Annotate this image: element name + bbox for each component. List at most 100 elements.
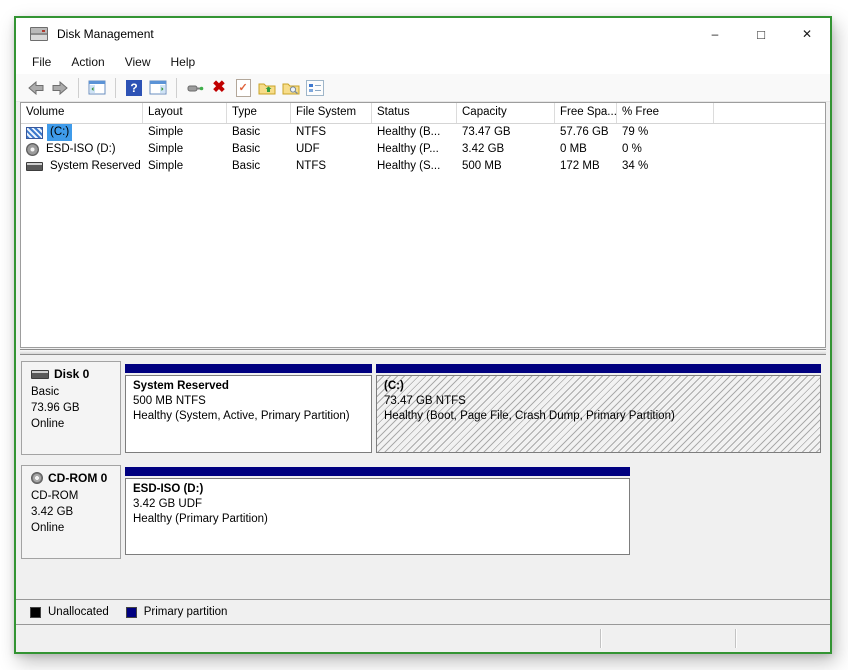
column-header-volume[interactable]: Volume xyxy=(21,103,143,123)
window-controls: – □ ✕ xyxy=(692,18,830,50)
mark-partition-icon[interactable] xyxy=(233,78,253,98)
volume-list-header: Volume Layout Type File System Status Ca… xyxy=(21,103,825,124)
partition-title: System Reserved xyxy=(133,379,364,394)
desktop-background: Disk Management – □ ✕ File Action View H… xyxy=(0,0,848,670)
legend-bar: Unallocated Primary partition xyxy=(16,599,830,625)
menu-action[interactable]: Action xyxy=(61,52,114,72)
selected-volume-icon xyxy=(26,127,43,139)
partition-esd-iso[interactable]: ESD-ISO (D:) 3.42 GB UDF Healthy (Primar… xyxy=(125,467,630,555)
type-cell: Basic xyxy=(227,141,291,158)
disk0-size: 73.96 GB xyxy=(31,400,120,416)
cd-volume-icon xyxy=(26,143,39,156)
cdrom0-label-box[interactable]: CD-ROM 0 CD-ROM 3.42 GB Online xyxy=(21,465,121,559)
status-bar xyxy=(16,625,830,652)
partition-size: 3.42 GB UDF xyxy=(133,497,622,512)
column-header-pct-free[interactable]: % Free xyxy=(617,103,714,123)
pct-free-cell: 79 % xyxy=(617,124,714,141)
layout-cell: Simple xyxy=(143,158,227,175)
column-header-capacity[interactable]: Capacity xyxy=(457,103,555,123)
disk-management-app-icon[interactable] xyxy=(30,27,48,41)
partition-size: 500 MB NTFS xyxy=(133,394,364,409)
status-bar-separator xyxy=(600,629,601,648)
maximize-button[interactable]: □ xyxy=(738,18,784,50)
free-space-cell: 57.76 GB xyxy=(555,124,617,141)
partition-title: (C:) xyxy=(384,379,813,394)
cd-rom-icon xyxy=(31,472,43,484)
volume-cell: System Reserved xyxy=(21,158,143,175)
fs-cell: NTFS xyxy=(291,124,372,141)
volume-row-esd-iso[interactable]: ESD-ISO (D:) Simple Basic UDF Healthy (P… xyxy=(21,141,825,158)
capacity-cell: 3.42 GB xyxy=(457,141,555,158)
delete-volume-icon[interactable]: ✖ xyxy=(209,78,229,98)
cdrom0-name: CD-ROM 0 xyxy=(48,471,107,485)
unallocated-label: Unallocated xyxy=(48,606,109,618)
primary-partition-swatch xyxy=(126,607,137,618)
cdrom0-state: Online xyxy=(31,520,120,536)
volume-row-system-reserved[interactable]: System Reserved Simple Basic NTFS Health… xyxy=(21,158,825,175)
menu-view[interactable]: View xyxy=(115,52,161,72)
column-header-status[interactable]: Status xyxy=(372,103,457,123)
unallocated-swatch xyxy=(30,607,41,618)
disk0-name: Disk 0 xyxy=(54,367,89,381)
column-header-filler xyxy=(714,103,825,123)
title-bar: Disk Management – □ ✕ xyxy=(16,18,830,50)
status-cell: Healthy (P... xyxy=(372,141,457,158)
show-action-pane-icon[interactable] xyxy=(148,78,168,98)
back-icon[interactable] xyxy=(26,78,46,98)
close-button[interactable]: ✕ xyxy=(784,18,830,50)
disk-volume-icon xyxy=(26,162,43,171)
layout-cell: Simple xyxy=(143,124,227,141)
partition-color-bar xyxy=(125,364,372,373)
volume-name: System Reserved xyxy=(47,158,143,175)
free-space-cell: 172 MB xyxy=(555,158,617,175)
volume-list-pane: Volume Layout Type File System Status Ca… xyxy=(20,102,826,348)
column-header-type[interactable]: Type xyxy=(227,103,291,123)
toolbar: ? ✖ xyxy=(16,74,830,102)
column-header-layout[interactable]: Layout xyxy=(143,103,227,123)
help-icon[interactable]: ? xyxy=(124,78,144,98)
disk-icon xyxy=(31,370,49,379)
menu-help[interactable]: Help xyxy=(161,52,206,72)
partition-color-bar xyxy=(125,467,630,476)
explore-folder-icon[interactable] xyxy=(281,78,301,98)
volume-row-c[interactable]: (C:) Simple Basic NTFS Healthy (B... 73.… xyxy=(21,124,825,141)
type-cell: Basic xyxy=(227,124,291,141)
disk0-label-box[interactable]: Disk 0 Basic 73.96 GB Online xyxy=(21,361,121,455)
toolbar-separator xyxy=(115,78,116,98)
partition-size: 73.47 GB NTFS xyxy=(384,394,813,409)
partition-c-drive[interactable]: (C:) 73.47 GB NTFS Healthy (Boot, Page F… xyxy=(376,364,821,453)
open-folder-icon[interactable] xyxy=(257,78,277,98)
minimize-button[interactable]: – xyxy=(692,18,738,50)
properties-icon[interactable] xyxy=(305,78,325,98)
toolbar-separator xyxy=(176,78,177,98)
window-title: Disk Management xyxy=(57,27,154,41)
volume-name-selected: (C:) xyxy=(47,124,72,141)
menu-bar: File Action View Help xyxy=(16,50,830,74)
fs-cell: NTFS xyxy=(291,158,372,175)
status-cell: Healthy (S... xyxy=(372,158,457,175)
status-bar-separator xyxy=(735,629,736,648)
partition-status: Healthy (System, Active, Primary Partiti… xyxy=(133,409,364,424)
pct-free-cell: 34 % xyxy=(617,158,714,175)
layout-cell: Simple xyxy=(143,141,227,158)
tool-icon[interactable] xyxy=(185,78,205,98)
primary-partition-label: Primary partition xyxy=(144,606,228,618)
column-header-file-system[interactable]: File System xyxy=(291,103,372,123)
pct-free-cell: 0 % xyxy=(617,141,714,158)
menu-file[interactable]: File xyxy=(22,52,61,72)
show-console-tree-icon[interactable] xyxy=(87,78,107,98)
free-space-cell: 0 MB xyxy=(555,141,617,158)
type-cell: Basic xyxy=(227,158,291,175)
partition-title: ESD-ISO (D:) xyxy=(133,482,622,497)
partition-system-reserved[interactable]: System Reserved 500 MB NTFS Healthy (Sys… xyxy=(125,364,372,453)
column-header-free-space[interactable]: Free Spa... xyxy=(555,103,617,123)
forward-icon[interactable] xyxy=(50,78,70,98)
volume-cell: (C:) xyxy=(21,124,143,141)
partition-color-bar xyxy=(376,364,821,373)
volume-name: ESD-ISO (D:) xyxy=(43,141,119,158)
disk-management-window: Disk Management – □ ✕ File Action View H… xyxy=(14,16,832,654)
disk0-state: Online xyxy=(31,416,120,432)
cdrom0-kind: CD-ROM xyxy=(31,488,120,504)
status-cell: Healthy (B... xyxy=(372,124,457,141)
partition-status: Healthy (Primary Partition) xyxy=(133,512,622,527)
